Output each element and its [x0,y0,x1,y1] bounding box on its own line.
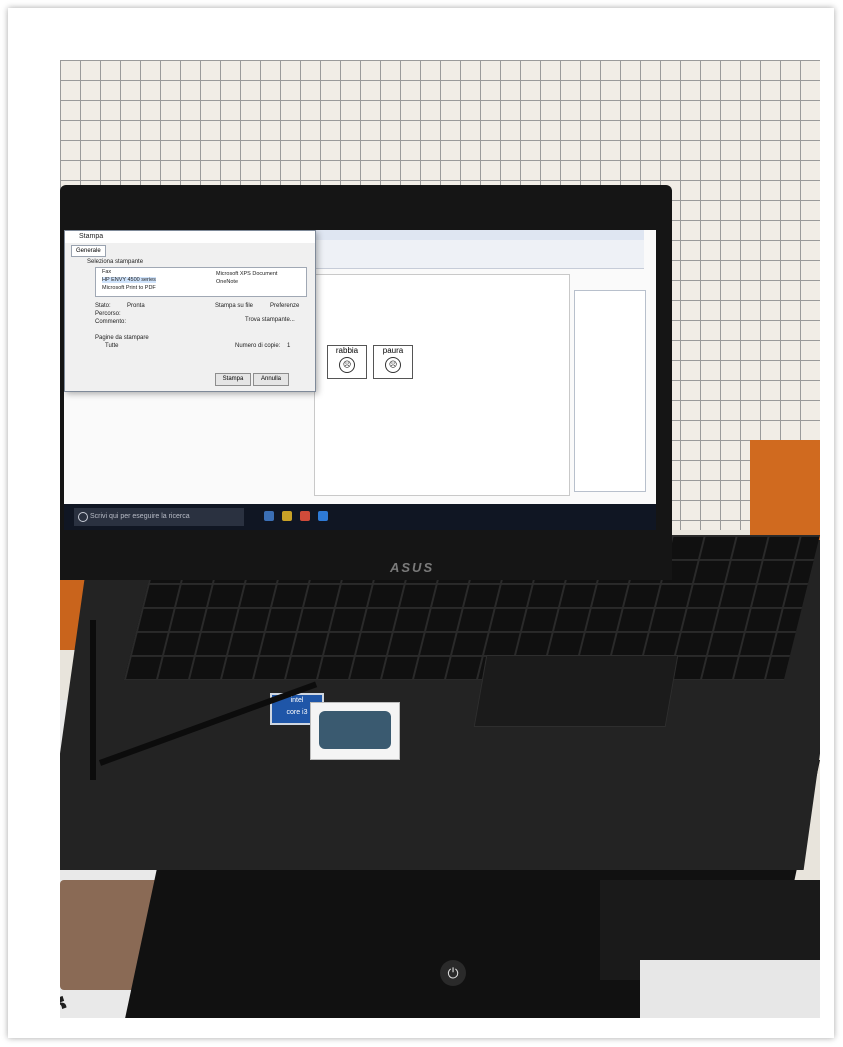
copies-input[interactable]: 1 [287,343,290,349]
angry-face-icon: ☹ [339,357,355,373]
file-explorer-icon[interactable] [282,511,292,521]
copies-label: Numero di copie: [235,343,281,349]
touchpad [473,655,679,727]
document-area: rabbia ☹ paura ☹ [314,274,570,496]
asus-sticker [310,702,400,760]
print-button[interactable]: Stampa [215,373,251,386]
symbol-panel [574,290,646,492]
tab-general[interactable]: Generale [71,245,106,257]
laptop-brand: ASUS [390,560,435,575]
chrome-icon[interactable] [300,511,310,521]
printer-item[interactable]: Microsoft XPS Document [216,271,277,277]
printer-item[interactable]: OneNote [216,279,238,285]
word-label: rabbia [335,346,359,355]
cable-vertical [90,620,96,780]
find-printer-button[interactable]: Trova stampante... [245,317,295,323]
word-card[interactable]: rabbia ☹ [327,345,367,379]
page-range-label: Pagine da stampare [95,335,149,341]
app-icon[interactable] [318,511,328,521]
cancel-button[interactable]: Annulla [253,373,289,386]
photo-frame: Laminator ⏻ intelcore i3 ASUS rabbia ☹ p… [8,8,834,1038]
print-dialog: Stampa Generale Seleziona stampante Fax … [64,230,316,392]
location-label: Percorso: [95,311,121,317]
printer-item-selected[interactable]: HP ENVY 4500 series [102,277,156,283]
laptop-screen: rabbia ☹ paura ☹ Stampa Generale Selezio… [64,230,656,530]
scared-face-icon: ☹ [385,357,401,373]
print-to-file-checkbox[interactable]: Stampa su file [215,303,253,309]
app-menu-bar [314,230,644,240]
word-card[interactable]: paura ☹ [373,345,413,379]
word-label: paura [382,346,404,355]
taskbar: Scrivi qui per eseguire la ricerca [64,504,656,530]
printer-paper [640,960,820,1018]
preferences-button[interactable]: Preferenze [270,303,299,309]
printer-list: Fax HP ENVY 4500 series Microsoft Print … [95,267,307,297]
taskbar-search[interactable]: Scrivi qui per eseguire la ricerca [74,508,244,526]
select-printer-label: Seleziona stampante [87,259,144,265]
printer-item[interactable]: Microsoft Print to PDF [102,285,156,291]
asus-badge [319,711,391,749]
printer-item[interactable]: Fax [102,269,111,275]
power-icon[interactable]: ⏻ [440,960,466,986]
status-label: Stato: [95,303,111,309]
search-placeholder: Scrivi qui per eseguire la ricerca [90,513,190,520]
app-toolbar [314,240,644,269]
dialog-title: Stampa [65,231,315,243]
photo: Laminator ⏻ intelcore i3 ASUS rabbia ☹ p… [60,60,820,1018]
task-view-icon[interactable] [264,511,274,521]
comment-label: Commento: [95,319,127,325]
search-icon [78,512,88,522]
all-pages-option[interactable]: Tutte [105,343,118,349]
status-value: Pronta [127,303,145,309]
